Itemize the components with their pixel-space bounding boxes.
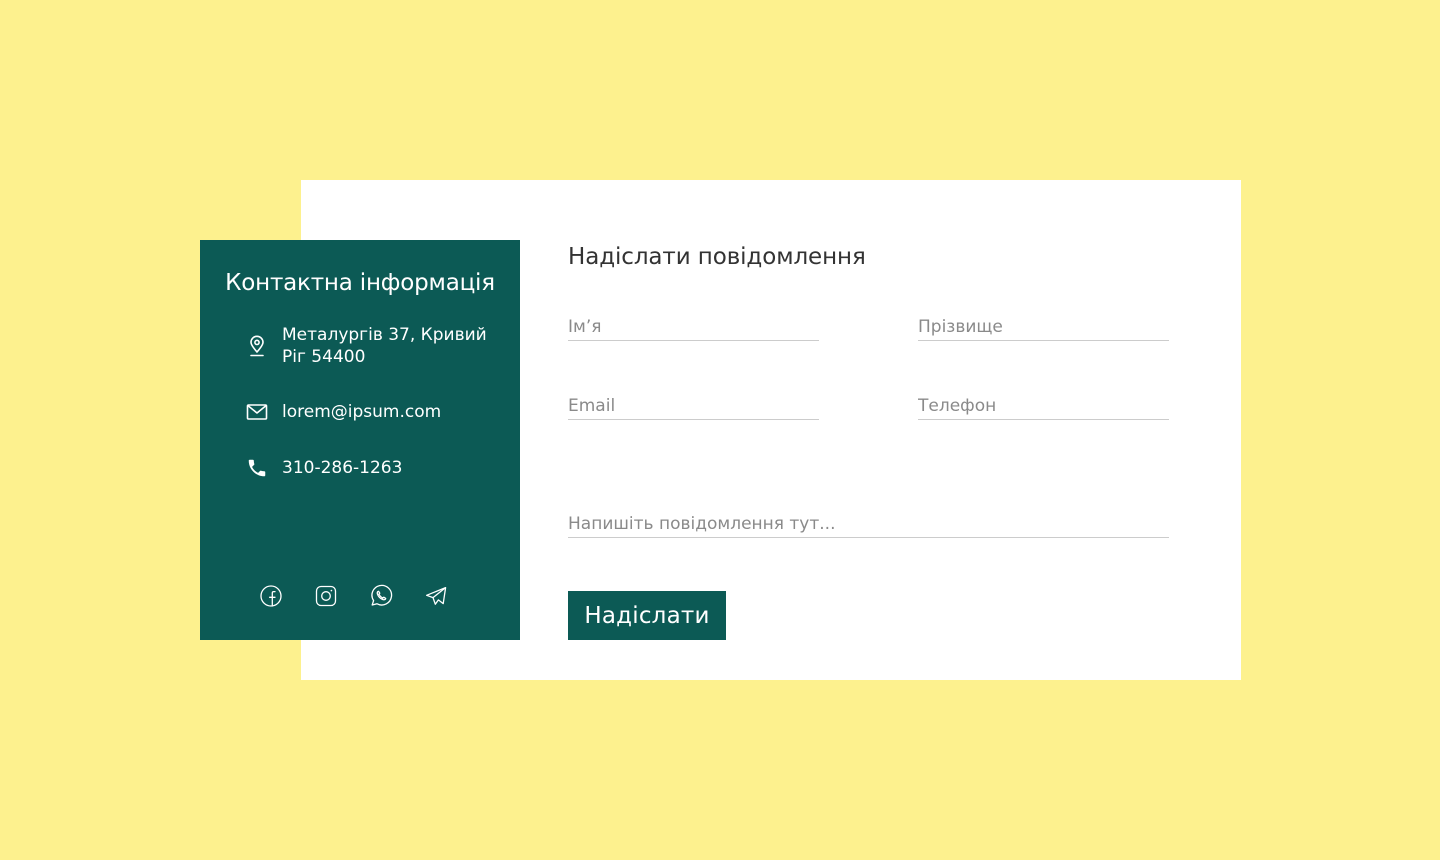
last-name-field[interactable]	[918, 313, 1169, 341]
facebook-icon[interactable]	[259, 584, 283, 608]
contact-address-text: Металургів 37, Кривий Ріг 54400	[282, 325, 487, 367]
contact-title: Контактна інформація	[225, 270, 495, 296]
contact-email-text[interactable]: lorem@ipsum.com	[282, 401, 441, 423]
instagram-icon[interactable]	[314, 584, 338, 608]
mail-icon	[246, 401, 268, 423]
phone-icon	[246, 457, 268, 479]
submit-button[interactable]: Надіслати	[568, 591, 726, 640]
map-pin-icon	[246, 335, 268, 357]
message-field[interactable]	[568, 510, 1169, 538]
contact-phone-text[interactable]: 310-286-1263	[282, 457, 402, 479]
social-links	[259, 584, 448, 608]
contact-email: lorem@ipsum.com	[246, 401, 506, 423]
form-title: Надіслати повідомлення	[568, 244, 866, 270]
telegram-icon[interactable]	[424, 584, 448, 608]
whatsapp-icon[interactable]	[369, 584, 393, 608]
contact-phone: 310-286-1263	[246, 457, 506, 479]
phone-field[interactable]	[918, 392, 1169, 420]
email-field[interactable]	[568, 392, 819, 420]
contact-address: Металургів 37, Кривий Ріг 54400	[246, 324, 506, 368]
contact-panel: Контактна інформація Металургів 37, Крив…	[200, 240, 520, 640]
first-name-field[interactable]	[568, 313, 819, 341]
